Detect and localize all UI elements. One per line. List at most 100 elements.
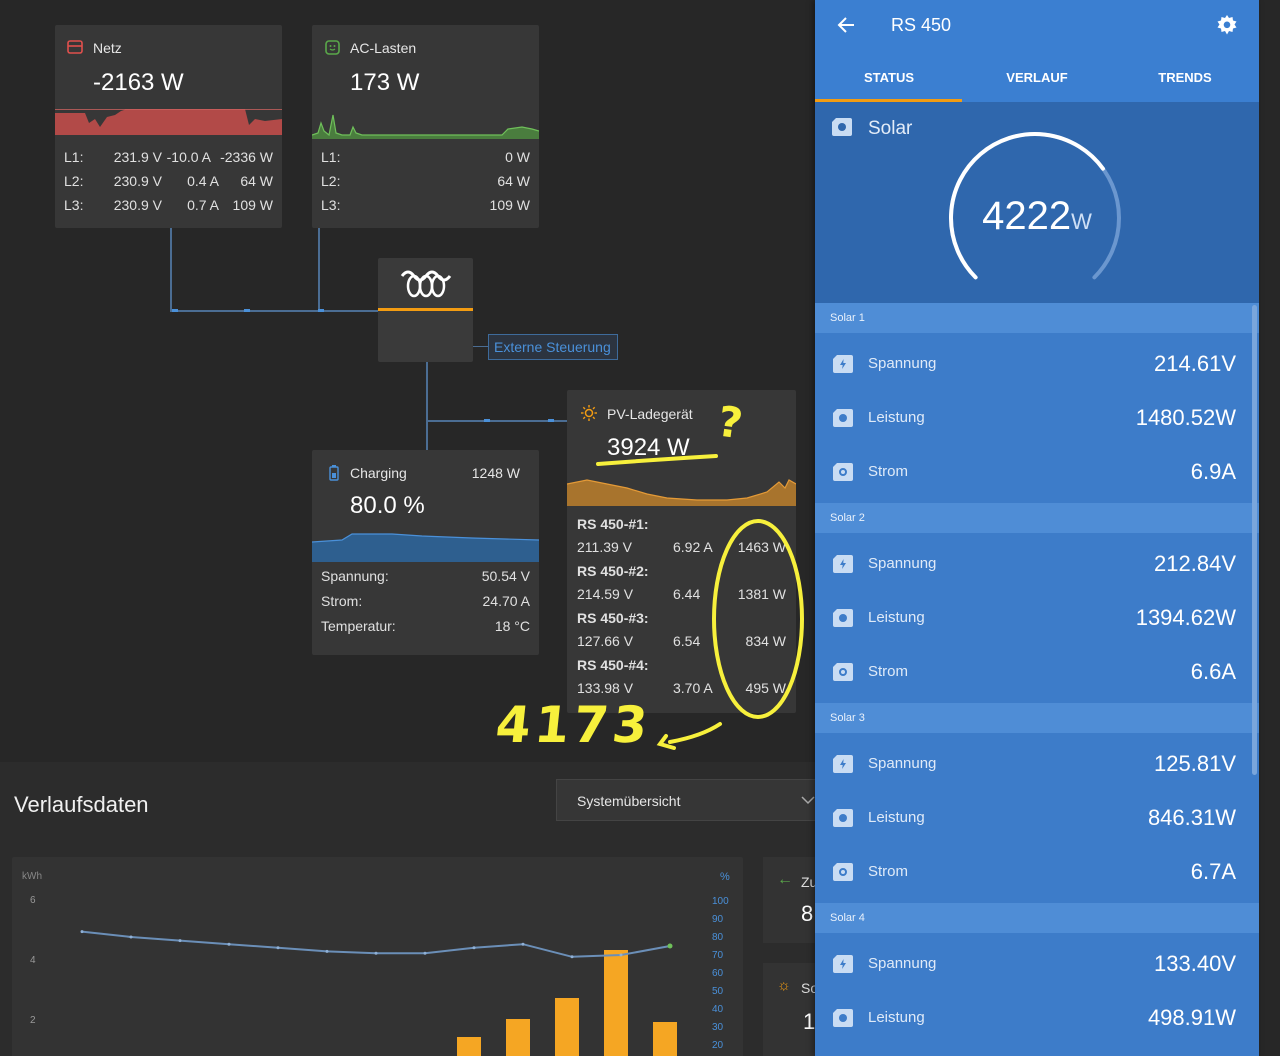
bolt-icon: [833, 755, 853, 773]
tab-status[interactable]: STATUS: [815, 70, 963, 85]
solar-section-header: Solar 4: [815, 903, 1259, 933]
ac-loads-row-power: 64 W: [497, 173, 530, 189]
soc-point: [325, 949, 329, 953]
tab-verlauf[interactable]: VERLAUF: [963, 70, 1111, 85]
soc-point: [423, 951, 427, 955]
solar-section-header: Solar 3: [815, 703, 1259, 733]
tab-trends[interactable]: TRENDS: [1111, 70, 1259, 85]
solar-value: 133.40V: [1154, 951, 1236, 976]
soc-point: [570, 955, 574, 959]
ac-loads-card[interactable]: AC-Lasten 173 W L1: 0 W L2: 64 W L3: 109…: [312, 25, 539, 228]
power-icon: [833, 409, 853, 427]
solar-value-row: Strom 6.6A: [815, 646, 1259, 700]
solar-value-label: Spannung: [868, 555, 937, 572]
soc-point: [276, 946, 280, 950]
solar-value: 6.7A: [1190, 859, 1236, 884]
side-card-1[interactable]: ← Zu 8: [763, 857, 823, 943]
grid-row-voltage: 231.9 V: [113, 149, 162, 165]
grid-row-power: -2336 W: [220, 149, 273, 165]
battery-icon: [329, 465, 339, 481]
solar-heading: Solar: [868, 118, 913, 139]
ac-loads-title: AC-Lasten: [350, 40, 417, 56]
current-icon: [833, 863, 853, 881]
solar-value-row: Strom 6.7A: [815, 846, 1259, 900]
back-arrow-icon[interactable]: [837, 17, 855, 33]
history-select[interactable]: Systemübersicht: [556, 779, 826, 821]
solar-value: 212.84V: [1154, 551, 1236, 576]
bolt-icon: [833, 355, 853, 373]
solar-value-label: Leistung: [868, 609, 925, 626]
solar-value-label: Leistung: [868, 1009, 925, 1026]
side-card-2[interactable]: ☼ So 1: [763, 963, 823, 1056]
history-bar: [555, 998, 579, 1056]
solar-section-header: Solar 1: [815, 303, 1259, 333]
solar-value-row: Spannung 133.40V: [815, 938, 1259, 992]
underline-annotation: [596, 454, 718, 466]
chevron-down-icon: [801, 796, 815, 805]
victron-logo-icon: [400, 270, 452, 298]
rs450-topbar: RS 450 STATUS VERLAUF TRENDS: [815, 0, 1259, 102]
solar-value-row: Spannung 212.84V: [815, 538, 1259, 592]
history-select-value: Systemübersicht: [577, 793, 681, 809]
circle-annotation: [712, 519, 804, 719]
external-control-button[interactable]: Externe Steuerung: [488, 334, 618, 360]
ac-loads-row-phase: L3:: [321, 197, 341, 213]
ac-loads-row: L1: 0 W: [312, 149, 539, 173]
grid-row: L2: 230.9 V 0.4 A 64 W: [55, 173, 282, 197]
gauge-value-wrap: 4222W: [815, 194, 1259, 239]
solar-value: 125.81V: [1154, 751, 1236, 776]
current-icon: [833, 463, 853, 481]
grid-card[interactable]: Netz -2163 W L1: 231.9 V -10.0 A -2336 W…: [55, 25, 282, 228]
solar-charger-icon: [832, 118, 852, 136]
power-icon: [833, 809, 853, 827]
ac-loads-row-phase: L1:: [321, 149, 341, 165]
ac-loads-rows: L1: 0 W L2: 64 W L3: 109 W: [312, 149, 539, 221]
solar-value-label: Spannung: [868, 355, 937, 372]
solar-value: 498.91W: [1147, 1005, 1236, 1030]
grid-row-voltage: 230.9 V: [113, 197, 162, 213]
gauge-value: 4222: [982, 194, 1072, 238]
history-bar: [653, 1022, 677, 1056]
side-card-2-value: 1: [803, 1009, 816, 1034]
side-card-1-value: 8: [801, 901, 814, 926]
arrow-left-icon: ←: [777, 871, 793, 888]
solar-section-header: Solar 2: [815, 503, 1259, 533]
current-icon: [833, 663, 853, 681]
history-bar: [506, 1019, 530, 1056]
connector-line: [170, 228, 172, 312]
grid-row-current: 0.4 A: [187, 173, 219, 189]
gear-icon[interactable]: [1217, 15, 1237, 35]
solar-value-row: Spannung 125.81V: [815, 738, 1259, 792]
grid-row: L3: 230.9 V 0.7 A 109 W: [55, 197, 282, 221]
grid-row-power: 64 W: [240, 173, 273, 189]
history-chart-plot: [80, 930, 677, 1056]
battery-title: Charging: [350, 465, 407, 481]
grid-row-power: 109 W: [232, 197, 273, 213]
solar-value-label: Spannung: [868, 955, 937, 972]
battery-row-label: Spannung:: [321, 568, 389, 584]
solar-value-row: Leistung 846.31W: [815, 792, 1259, 846]
ac-loads-sparkline: [312, 114, 539, 139]
solar-value-row: Spannung 214.61V: [815, 338, 1259, 392]
grid-icon: [67, 40, 83, 54]
history-chart-card: kWh % 6 4 2 100 90 80 70 60 50 40 30 20: [12, 857, 743, 1056]
power-icon: [833, 609, 853, 627]
grid-row-voltage: 230.9 V: [113, 173, 162, 189]
sun-icon: ☼: [777, 977, 791, 994]
solar-value-label: Spannung: [868, 755, 937, 772]
flow-dot: [244, 309, 250, 312]
grid-row-phase: L3:: [64, 197, 84, 213]
bolt-icon: [833, 555, 853, 573]
soc-point: [521, 942, 525, 946]
panel-scrollbar[interactable]: [1252, 305, 1257, 775]
ac-loads-power-value: 173 W: [350, 69, 420, 96]
inverter-card[interactable]: [378, 258, 473, 362]
battery-row-label: Temperatur:: [321, 618, 396, 634]
ac-loads-row-power: 109 W: [489, 197, 530, 213]
grid-phase-rows: L1: 231.9 V -10.0 A -2336 W L2: 230.9 V …: [55, 149, 282, 221]
flow-dot: [318, 309, 324, 312]
connector-line: [318, 228, 320, 312]
history-bar: [604, 950, 628, 1056]
rs450-panel: RS 450 STATUS VERLAUF TRENDS Solar 4222W…: [815, 0, 1259, 1056]
solar-value-label: Leistung: [868, 809, 925, 826]
